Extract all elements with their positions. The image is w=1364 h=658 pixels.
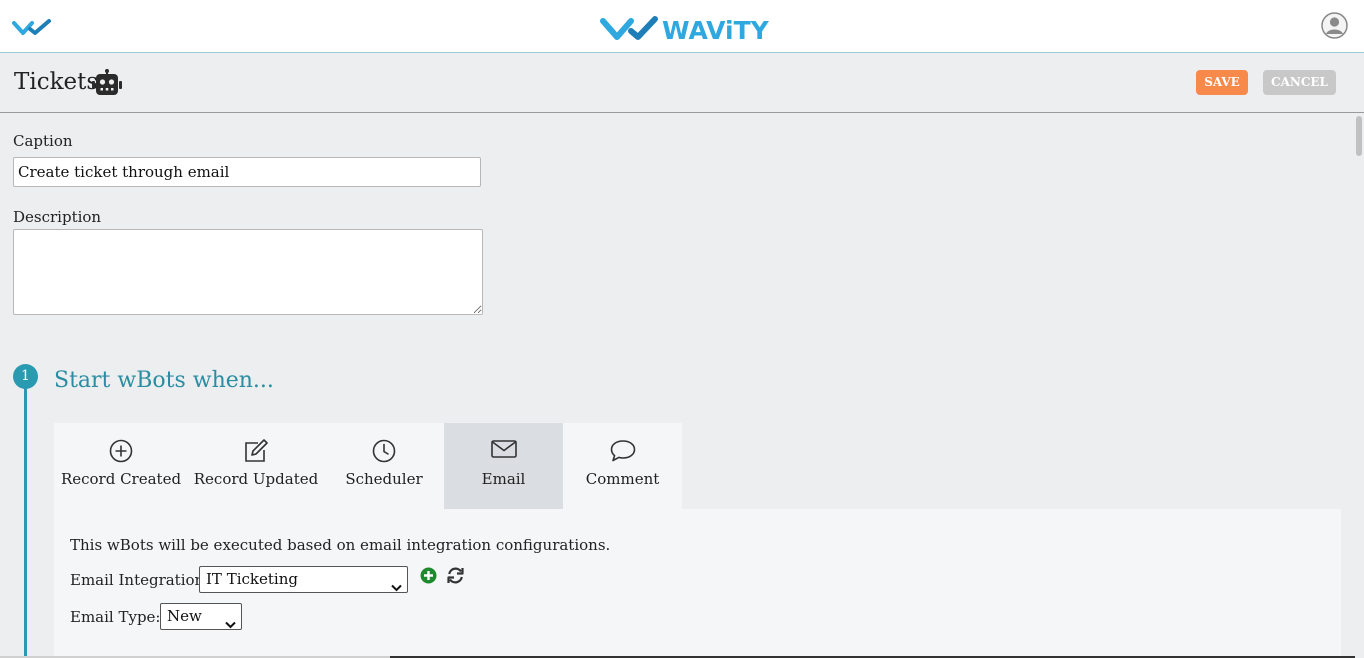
email-integration-label: Email Integration:	[70, 571, 210, 589]
comment-icon	[610, 439, 636, 467]
cancel-button[interactable]: CANCEL	[1263, 70, 1336, 95]
page-title: Tickets	[14, 69, 99, 95]
user-avatar-icon[interactable]	[1321, 12, 1348, 43]
tab-record-updated[interactable]: Record Updated	[188, 423, 324, 509]
step-connector-line	[24, 376, 27, 658]
save-button[interactable]: SAVE	[1196, 70, 1248, 95]
brand-mark-icon	[600, 14, 660, 46]
tab-label: Comment	[585, 470, 660, 488]
add-integration-icon[interactable]	[420, 567, 437, 588]
chevron-down-icon	[391, 575, 402, 600]
home-logo-icon[interactable]	[12, 17, 54, 41]
vertical-scrollbar[interactable]	[1355, 113, 1364, 658]
main-content: Caption Description 1 Start wBots when..…	[0, 113, 1355, 658]
description-textarea[interactable]	[13, 229, 483, 315]
brand-logo: WAViTY	[600, 14, 769, 46]
tab-label: Email	[481, 470, 526, 488]
top-navbar: WAViTY	[0, 0, 1364, 53]
tab-scheduler[interactable]: Scheduler	[324, 423, 444, 509]
tab-comment[interactable]: Comment	[563, 423, 682, 509]
email-type-select[interactable]: New	[160, 603, 242, 630]
email-info-text: This wBots will be executed based on ema…	[70, 536, 611, 554]
tab-label: Record Created	[60, 470, 182, 488]
page-header: Tickets SAVE CANCEL	[0, 53, 1364, 113]
chevron-down-icon	[225, 612, 236, 637]
description-label: Description	[13, 208, 102, 226]
email-trigger-panel: This wBots will be executed based on ema…	[54, 509, 1341, 658]
step-title: Start wBots when...	[54, 368, 274, 393]
tab-label: Scheduler	[345, 470, 423, 488]
brand-name: WAViTY	[662, 15, 769, 45]
scrollbar-thumb[interactable]	[1356, 116, 1362, 156]
step-number-badge: 1	[13, 364, 38, 389]
clock-icon	[372, 439, 396, 467]
email-integration-value: IT Ticketing	[206, 570, 298, 588]
edit-icon	[242, 439, 270, 467]
email-type-label: Email Type:	[70, 608, 161, 626]
caption-label: Caption	[13, 132, 73, 150]
email-integration-select[interactable]: IT Ticketing	[199, 566, 408, 593]
envelope-icon	[490, 439, 517, 463]
caption-input[interactable]	[13, 157, 481, 187]
refresh-icon[interactable]	[446, 566, 465, 589]
robot-icon	[91, 69, 123, 101]
trigger-tabs: Record Created Record Updated Scheduler …	[54, 423, 682, 509]
email-type-value: New	[167, 607, 202, 625]
plus-circle-icon	[109, 439, 133, 467]
tab-label: Record Updated	[193, 470, 319, 488]
tab-email[interactable]: Email	[444, 423, 563, 509]
tab-record-created[interactable]: Record Created	[54, 423, 188, 509]
